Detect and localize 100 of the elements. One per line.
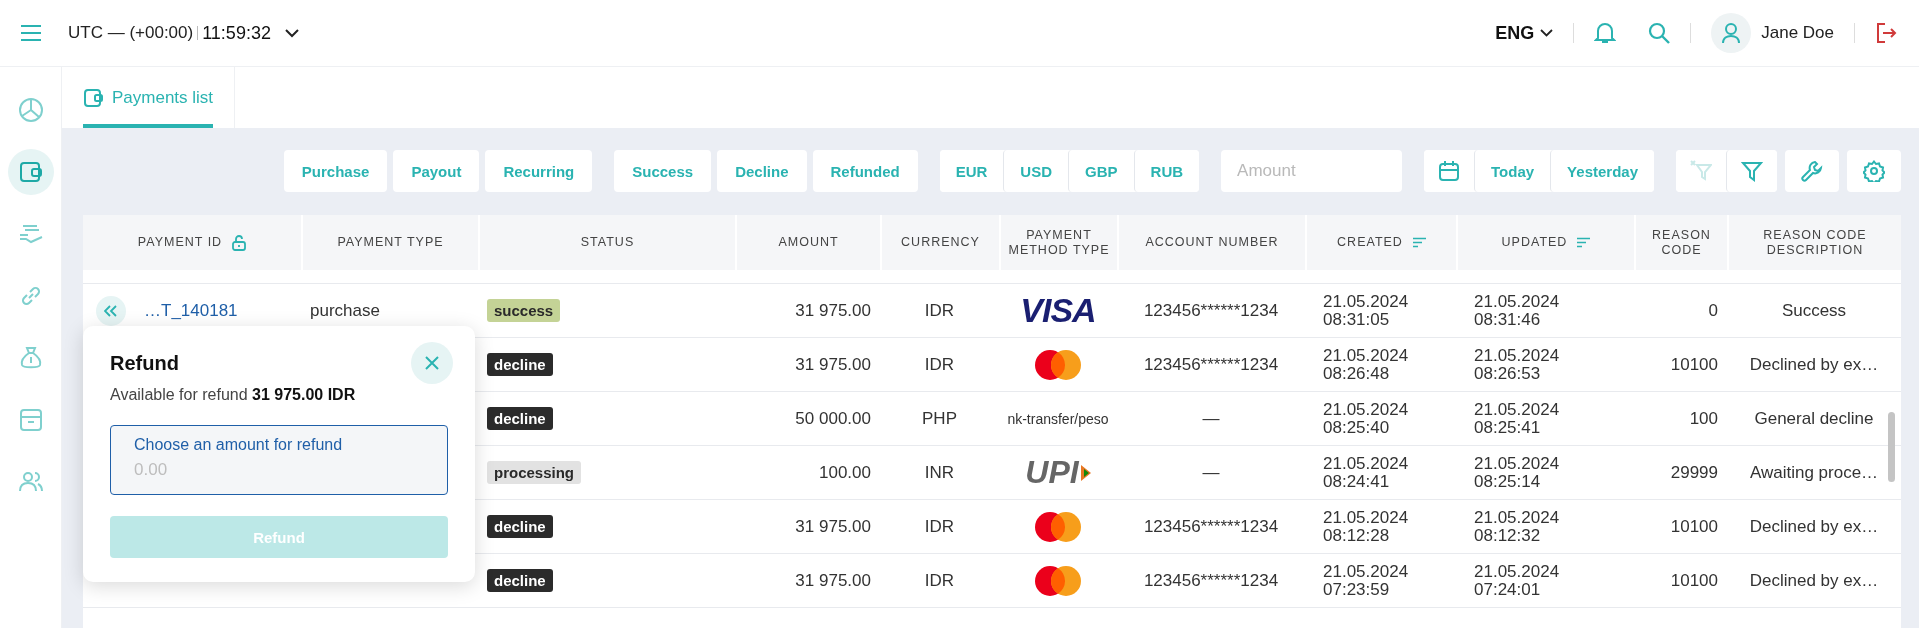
close-icon[interactable]	[425, 356, 439, 370]
column-header: PAYMENT ID	[83, 215, 301, 270]
created-date: 21.05.2024	[1323, 562, 1409, 581]
column-header[interactable]: UPDATED	[1456, 215, 1634, 270]
created-time: 08:24:41	[1323, 472, 1390, 491]
scrollbar-thumb[interactable]	[1888, 412, 1895, 482]
visa-logo: VISA	[1020, 291, 1096, 330]
amount-input[interactable]: 0.00	[134, 454, 424, 480]
wrench-button[interactable]	[1785, 150, 1839, 192]
created-time: 07:23:59	[1323, 580, 1390, 599]
updated-date: 21.05.2024	[1474, 508, 1560, 527]
unlocked-lock-icon[interactable]	[232, 234, 247, 251]
updated-time: 08:26:53	[1474, 364, 1541, 383]
language-selector[interactable]: ENG	[1495, 22, 1554, 44]
created-date: 21.05.2024	[1323, 400, 1409, 419]
search-icon[interactable]	[1648, 22, 1671, 44]
column-header: ACCOUNT NUMBER	[1117, 215, 1305, 270]
refund-amount-field[interactable]: Choose an amount for refund 0.00	[110, 425, 448, 495]
payment-method-cell: nk-transfer/peso	[1007, 410, 1109, 427]
column-header: AMOUNT	[735, 215, 880, 270]
reason-description: Success	[1781, 300, 1847, 321]
filter-button[interactable]: Success	[614, 150, 712, 192]
wrench-icon[interactable]	[1801, 160, 1823, 182]
created-date: 21.05.2024	[1323, 292, 1409, 311]
mastercard-logo	[1034, 564, 1082, 597]
chevron-down-icon[interactable]	[284, 28, 299, 38]
mastercard-logo	[1034, 510, 1082, 543]
user-avatar-icon[interactable]	[1711, 13, 1752, 53]
status-badge: processing	[487, 461, 582, 484]
logout-icon[interactable]	[1875, 22, 1897, 44]
upi-logo: UPI	[1025, 454, 1091, 491]
filter-button[interactable]: Purchase	[283, 150, 388, 192]
menu-icon[interactable]	[20, 25, 42, 41]
close-button[interactable]	[411, 342, 453, 384]
sidebar-item[interactable]	[7, 149, 54, 195]
status-badge: decline	[487, 515, 553, 538]
bell-icon[interactable]	[1594, 21, 1617, 45]
created-time: 08:12:28	[1323, 526, 1390, 545]
amount-cell: 100.00	[819, 462, 871, 483]
created-date: 21.05.2024	[1323, 346, 1409, 365]
row-action-button[interactable]	[96, 295, 126, 326]
double-chevron-left-icon[interactable]	[104, 304, 118, 317]
payment-type: purchase	[310, 300, 380, 321]
created-date: 21.05.2024	[1323, 508, 1409, 527]
filter-button[interactable]: Recurring	[485, 150, 593, 192]
currency-cell: IDR	[924, 516, 955, 537]
status-badge: success	[487, 299, 561, 322]
date-button[interactable]: Yesterday	[1550, 150, 1654, 192]
clock-time: 11:59:32	[202, 22, 271, 44]
pie-chart-icon[interactable]	[17, 97, 44, 123]
column-header: PAYMENT METHOD TYPE	[999, 215, 1117, 270]
created-date: 21.05.2024	[1323, 454, 1409, 473]
amount-cell: 31 975.00	[795, 354, 871, 375]
account-number: 123456******1234	[1143, 570, 1279, 591]
updated-date: 21.05.2024	[1474, 400, 1560, 419]
updated-date: 21.05.2024	[1474, 346, 1560, 365]
updated-date: 21.05.2024	[1474, 292, 1560, 311]
field-label: Choose an amount for refund	[134, 436, 344, 454]
created-time: 08:26:48	[1323, 364, 1390, 383]
user-name[interactable]: Jane Doe	[1761, 23, 1834, 43]
sort-icon[interactable]	[1412, 237, 1426, 248]
column-header: PAYMENT TYPE	[301, 215, 478, 270]
updated-time: 08:31:46	[1474, 310, 1541, 329]
updated-time: 08:25:41	[1474, 418, 1541, 437]
reason-description: Declined by ex…	[1749, 516, 1879, 537]
reason-code: 10100	[1670, 516, 1718, 537]
reason-code: 10100	[1670, 354, 1718, 375]
filter-button[interactable]: Refunded	[812, 150, 918, 192]
amount-field[interactable]: Amount	[1221, 150, 1403, 192]
amount-cell: 31 975.00	[795, 516, 871, 537]
status-badge: decline	[487, 407, 553, 430]
payment-id-link[interactable]: …T_140181	[144, 300, 238, 321]
sort-icon[interactable]	[1577, 237, 1591, 248]
filter-button[interactable]: Payout	[393, 150, 480, 192]
available-amount-text: Available for refund 31 975.00 IDR	[110, 386, 357, 404]
chevron-down-icon[interactable]	[1540, 29, 1554, 37]
status-badge: decline	[487, 353, 553, 376]
amount-cell: 31 975.00	[795, 570, 871, 591]
account-number: 123456******1234	[1143, 300, 1279, 321]
currency-cell: IDR	[924, 570, 955, 591]
wallet-icon[interactable]	[17, 159, 44, 185]
amount-cell: 50 000.00	[795, 408, 871, 429]
column-header[interactable]: CREATED	[1305, 215, 1456, 270]
clear-filter-icon[interactable]	[1690, 160, 1712, 182]
settings-icon[interactable]	[1863, 160, 1885, 182]
filter-button[interactable]: Decline	[717, 150, 807, 192]
column-header: REASON CODE DESCRIPTION	[1727, 215, 1901, 270]
currency-button[interactable]: RUB	[1133, 150, 1200, 192]
calendar-icon[interactable]	[1438, 160, 1461, 182]
currency-cell: INR	[924, 462, 955, 483]
filter-button[interactable]	[1726, 150, 1777, 192]
filter-icon[interactable]	[1741, 160, 1763, 182]
wallet-icon[interactable]	[84, 87, 104, 108]
created-time: 08:25:40	[1323, 418, 1390, 437]
timezone-label: UTC — (+00:00)	[68, 23, 194, 43]
archive-box-icon[interactable]	[17, 407, 44, 433]
currency-cell: IDR	[924, 300, 955, 321]
reason-description: Awaiting proce…	[1749, 462, 1879, 483]
settings-button[interactable]	[1847, 150, 1901, 192]
updated-time: 08:25:14	[1474, 472, 1541, 491]
